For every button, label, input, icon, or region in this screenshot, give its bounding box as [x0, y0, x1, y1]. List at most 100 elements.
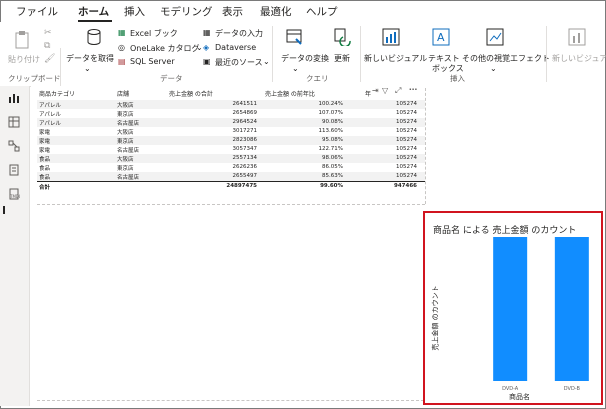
table-visual[interactable]: 商品カテゴリ 店舗 売上金額 の合計 売上金額 の前年比 年 アパレル 大阪店 26… — [37, 88, 425, 192]
table-cell: 2964524 — [232, 119, 258, 125]
filter-icon[interactable]: ▽ — [382, 86, 388, 95]
chevron-down-icon[interactable]: ⌄ — [490, 64, 497, 73]
table-row[interactable]: 家電 名古屋店 3057347 122.71% 105274 — [37, 145, 425, 154]
paste-icon — [15, 31, 29, 49]
recent-icon: ▣ — [203, 57, 211, 66]
visual-boundary — [37, 204, 425, 205]
cut-icon[interactable]: ✂ — [44, 28, 52, 38]
table-cell: アパレル — [39, 121, 61, 127]
column-header[interactable]: 売上金額 の合計 — [169, 89, 213, 98]
report-view-icon[interactable] — [8, 92, 20, 104]
transform-data-button[interactable]: データの変換 — [281, 53, 329, 64]
table-cell: 105274 — [396, 119, 417, 125]
menu-modeling[interactable]: モデリング — [160, 4, 213, 19]
table-cell: 107.07% — [318, 110, 343, 116]
database-icon — [87, 29, 101, 45]
copy-icon[interactable]: ⧉ — [44, 41, 50, 51]
table-cell: 食品 — [39, 175, 51, 181]
table-cell: 100.24% — [318, 101, 343, 107]
table-row[interactable]: 食品 名古屋店 2655497 85.63% 105274 — [37, 172, 425, 181]
table-cell: アパレル — [39, 112, 61, 118]
table-cell: 85.63% — [322, 173, 343, 179]
bar-chart-visual[interactable]: 商品名 による 売上金額 のカウント 売上金額 のカウント DVD-A DVD-B… — [423, 211, 603, 405]
total-label: 合計 — [39, 185, 51, 191]
table-cell: 105274 — [396, 155, 417, 161]
table-view-icon[interactable] — [8, 116, 20, 128]
excel-button[interactable]: Excel ブック — [130, 28, 178, 39]
column-header[interactable]: 商品カテゴリ — [39, 89, 75, 98]
table-cell: アパレル — [39, 103, 61, 109]
table-cell: 食品 — [39, 157, 51, 163]
table-cell: 105274 — [396, 128, 417, 134]
menu-insert[interactable]: 挿入 — [124, 4, 145, 19]
menu-optimize[interactable]: 最適化 — [260, 4, 292, 19]
onelake-icon: ◎ — [118, 43, 125, 52]
column-header[interactable]: 年 — [365, 89, 371, 98]
x-axis-label: 商品名 — [509, 393, 530, 401]
table-icon: ▦ — [203, 28, 211, 37]
table-cell: 113.60% — [318, 128, 343, 134]
column-header[interactable]: 売上金額 の前年比 — [265, 89, 315, 98]
data-input-button[interactable]: データの入力 — [215, 28, 263, 39]
table-cell: 3017271 — [232, 128, 258, 134]
table-cell: 2557134 — [232, 155, 258, 161]
bar-DVD-A[interactable] — [493, 237, 528, 381]
visual-boundary — [425, 88, 426, 204]
model-view-icon[interactable] — [8, 140, 20, 152]
table-cell: 95.08% — [322, 137, 343, 143]
menu-home[interactable]: ホーム — [78, 4, 109, 19]
divider — [546, 26, 547, 82]
table-cell: 2654869 — [232, 110, 258, 116]
menu-file[interactable]: ファイル — [16, 4, 58, 19]
pin-icon[interactable]: ⇥ — [372, 86, 379, 95]
format-painter-icon[interactable]: 🖌 — [44, 54, 55, 64]
dax-query-icon[interactable] — [8, 164, 20, 176]
chevron-down-icon[interactable]: ⌄ — [196, 43, 203, 52]
onelake-button[interactable]: OneLake カタログ — [130, 43, 199, 54]
focus-mode-icon[interactable]: ⤢ — [395, 86, 401, 96]
group-query: クエリ — [306, 74, 329, 83]
refresh-button[interactable]: 更新 — [334, 53, 350, 64]
table-cell: 2655497 — [232, 173, 258, 179]
chevron-down-icon[interactable]: ⌄ — [84, 64, 91, 73]
chart-plot: DVD-A DVD-B — [493, 237, 589, 392]
menu-bar: ファイル ホーム 挿入 モデリング 表示 最適化 ヘルプ — [0, 0, 604, 22]
table-cell: 2823086 — [232, 137, 258, 143]
recent-sources-button[interactable]: 最近のソース — [215, 57, 263, 68]
table-row[interactable]: 家電 東京店 2823086 95.08% 105274 — [37, 136, 425, 145]
new-visual-disabled-button[interactable]: 新しいビジュアル — [552, 53, 606, 64]
transform-data-icon — [286, 29, 302, 45]
sql-icon: ▤ — [118, 57, 126, 66]
new-visual-button[interactable]: 新しいビジュアル — [364, 53, 427, 64]
chevron-down-icon[interactable]: ⌄ — [263, 57, 270, 66]
table-row[interactable]: アパレル 東京店 2654869 107.07% 105274 — [37, 109, 425, 118]
bar-DVD-B[interactable] — [554, 237, 589, 381]
table-cell: 105274 — [396, 173, 417, 179]
total-sales: 24897475 — [226, 183, 257, 189]
table-cell: 名古屋店 — [117, 121, 140, 127]
table-row[interactable]: 食品 東京店 2626236 86.05% 105274 — [37, 163, 425, 172]
divider — [360, 26, 361, 82]
dataverse-button[interactable]: Dataverse — [215, 43, 256, 52]
table-row[interactable]: 食品 大阪店 2557134 98.06% 105274 — [37, 154, 425, 163]
chevron-down-icon[interactable]: ⌄ — [292, 64, 299, 73]
table-header: 商品カテゴリ 店舗 売上金額 の合計 売上金額 の前年比 年 — [37, 88, 425, 100]
table-cell: 105274 — [396, 146, 417, 152]
menu-view[interactable]: 表示 — [222, 4, 243, 19]
column-header[interactable]: 店舗 — [117, 89, 129, 98]
tmdl-view-icon[interactable]: TMDL — [8, 188, 20, 200]
table-cell: 大阪店 — [117, 157, 134, 163]
get-data-button[interactable]: データを取得 — [66, 53, 114, 64]
more-options-icon[interactable]: ⋯ — [409, 85, 417, 94]
table-row[interactable]: アパレル 名古屋店 2964524 90.08% 105274 — [37, 118, 425, 127]
total-row: 合計 24897475 99.60% 947466 — [37, 181, 425, 192]
paste-button[interactable]: 貼り付け — [8, 54, 40, 65]
sql-server-button[interactable]: SQL Server — [130, 57, 175, 66]
svg-text:A: A — [437, 31, 445, 44]
table-row[interactable]: 家電 大阪店 3017271 113.60% 105274 — [37, 127, 425, 136]
menu-help[interactable]: ヘルプ — [306, 4, 338, 19]
more-visuals-icon — [486, 28, 504, 46]
more-visuals-button[interactable]: その他の視覚エフェクト — [462, 53, 550, 64]
table-row[interactable]: アパレル 大阪店 2641511 100.24% 105274 — [37, 100, 425, 109]
table-cell: 3057347 — [232, 146, 258, 152]
